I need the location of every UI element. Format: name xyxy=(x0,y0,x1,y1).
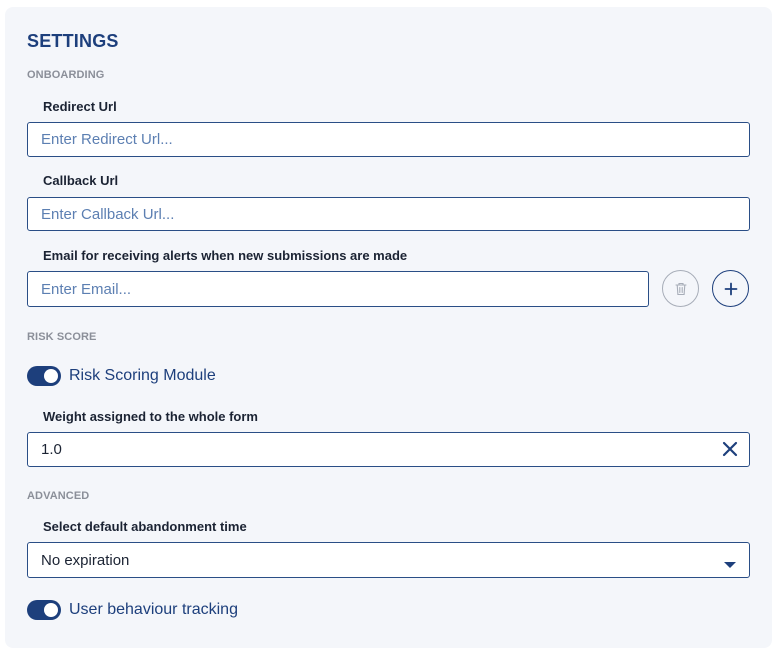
redirect-url-label: Redirect Url xyxy=(43,99,117,114)
behaviour-tracking-toggle[interactable] xyxy=(27,600,61,620)
risk-scoring-toggle[interactable] xyxy=(27,366,61,386)
add-email-button[interactable] xyxy=(712,270,749,307)
page-title: SETTINGS xyxy=(27,31,119,51)
weight-input[interactable] xyxy=(28,433,749,466)
callback-url-field xyxy=(27,197,750,231)
section-onboarding: ONBOARDING xyxy=(27,69,105,81)
abandonment-select[interactable]: No expiration xyxy=(27,542,750,578)
risk-scoring-label: Risk Scoring Module xyxy=(69,367,216,384)
close-icon xyxy=(722,441,738,457)
email-input[interactable] xyxy=(28,272,648,306)
toggle-knob xyxy=(44,369,58,383)
redirect-url-input[interactable] xyxy=(28,123,749,156)
weight-field xyxy=(27,432,750,467)
callback-url-input[interactable] xyxy=(28,198,749,230)
section-risk-score: RISK SCORE xyxy=(27,331,97,343)
plus-icon xyxy=(724,282,737,295)
redirect-url-field xyxy=(27,122,750,157)
email-label: Email for receiving alerts when new subm… xyxy=(43,248,408,263)
abandonment-label: Select default abandonment time xyxy=(43,519,247,534)
section-advanced: ADVANCED xyxy=(27,490,90,502)
toggle-knob xyxy=(44,603,58,617)
clear-weight-button[interactable] xyxy=(719,438,741,460)
caret-down-icon xyxy=(723,556,737,574)
callback-url-label: Callback Url xyxy=(43,173,119,188)
abandonment-selected-value: No expiration xyxy=(41,551,130,569)
email-field xyxy=(27,271,649,307)
behaviour-tracking-label: User behaviour tracking xyxy=(69,601,238,618)
trash-icon xyxy=(674,282,687,295)
delete-email-button[interactable] xyxy=(662,270,699,307)
weight-label: Weight assigned to the whole form xyxy=(43,409,258,424)
